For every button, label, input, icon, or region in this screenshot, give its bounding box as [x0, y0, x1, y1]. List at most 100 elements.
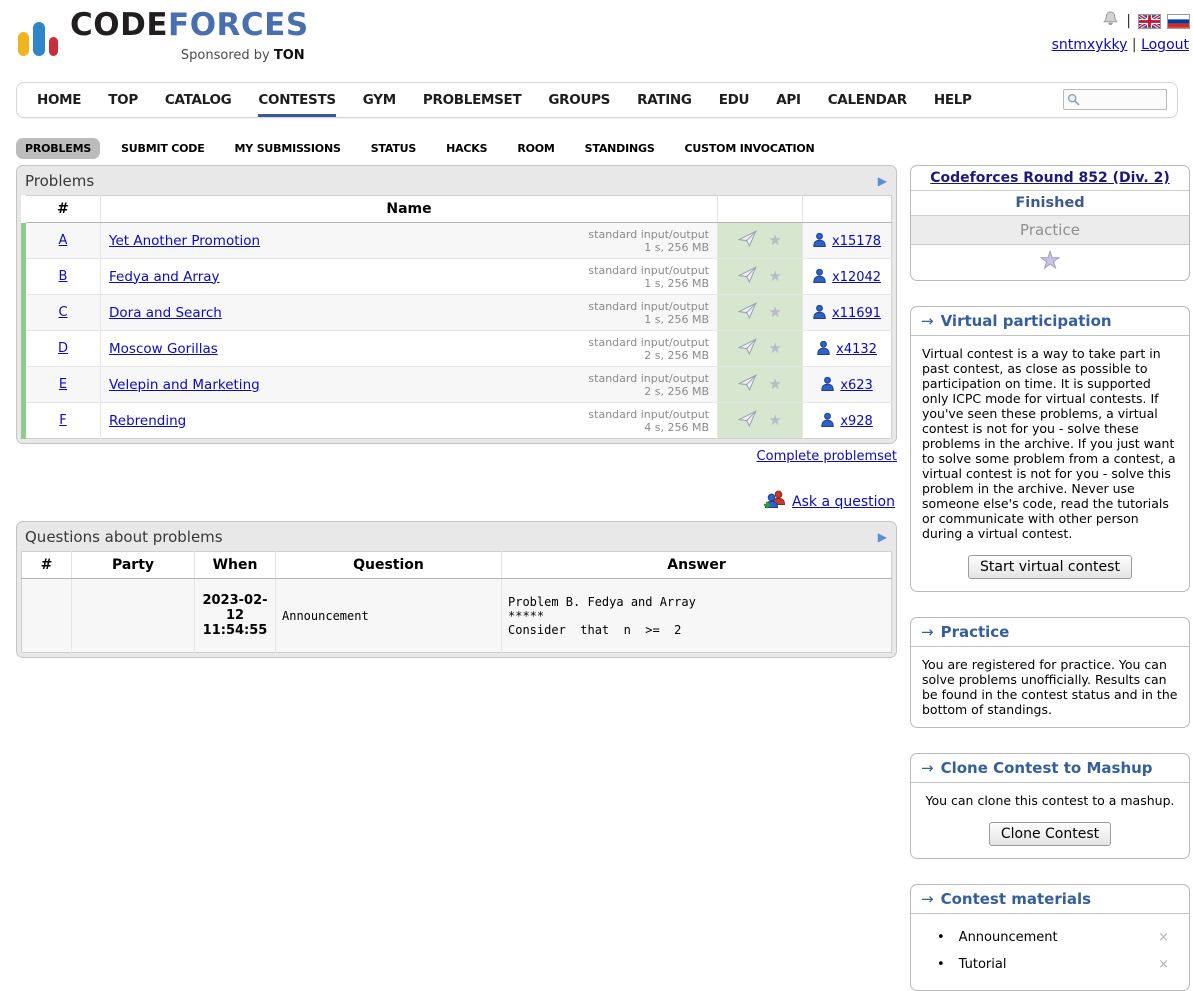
subnav-item-status[interactable]: STATUS [362, 138, 425, 159]
solved-count-link[interactable]: x4132 [836, 342, 877, 357]
search-box [1063, 89, 1167, 110]
contest-title-link[interactable]: Codeforces Round 852 (Div. 2) [930, 170, 1169, 186]
close-icon[interactable]: × [1152, 930, 1175, 945]
logout-link[interactable]: Logout [1141, 37, 1189, 53]
subnav-item-custom-invocation[interactable]: CUSTOM INVOCATION [676, 138, 824, 159]
subnav-item-submit-code[interactable]: SUBMIT CODE [112, 138, 213, 159]
nav-item-calendar[interactable]: CALENDAR [828, 83, 907, 117]
subnav-item-my-submissions[interactable]: MY SUBMISSIONS [226, 138, 350, 159]
problem-name-link[interactable]: Dora and Search [109, 305, 222, 321]
material-link[interactable]: Tutorial [959, 957, 1007, 972]
questions-caption: Questions about problems [25, 528, 223, 546]
problem-name-link[interactable]: Velepin and Marketing [109, 377, 260, 393]
practice-box: → Practice You are registered for practi… [910, 617, 1190, 728]
solved-count-link[interactable]: x623 [840, 378, 873, 393]
problem-name-link[interactable]: Yet Another Promotion [109, 233, 260, 249]
paper-plane-icon[interactable] [738, 344, 761, 359]
virtual-participation-text: Virtual contest is a way to take part in… [911, 336, 1189, 551]
separator: | [1132, 37, 1137, 53]
paper-plane-icon[interactable] [738, 380, 761, 395]
favorite-star-icon[interactable]: ★ [768, 267, 781, 285]
page-header: CODEFORCES Sponsored by TON | [0, 0, 1193, 78]
paper-plane-icon[interactable] [738, 272, 761, 287]
start-virtual-contest-button[interactable]: Start virtual contest [968, 555, 1132, 579]
nav-item-catalog[interactable]: CATALOG [165, 83, 232, 117]
nav-item-top[interactable]: TOP [108, 83, 138, 117]
solved-count-link[interactable]: x11691 [832, 306, 881, 321]
search-icon [1067, 93, 1080, 106]
complete-problemset-link[interactable]: Complete problemset [757, 449, 897, 464]
codeforces-logo[interactable]: CODEFORCES Sponsored by TON [16, 10, 309, 71]
questions-box: Questions about problems ▶ # Party When … [16, 521, 897, 658]
english-flag-icon[interactable] [1139, 15, 1160, 28]
favorite-star-icon[interactable]: ★ [768, 375, 781, 393]
username-link[interactable]: sntmxykky [1052, 37, 1128, 53]
paper-plane-icon[interactable] [738, 416, 761, 431]
solved-person-icon [813, 234, 832, 249]
arrow-icon: → [921, 623, 934, 641]
contest-mode: Practice [911, 216, 1189, 245]
questions-col-num: # [22, 552, 72, 579]
favorite-star-icon[interactable]: ★ [1040, 248, 1061, 274]
materials-list: • Announcement × • Tutorial × [911, 914, 1189, 990]
arrow-icon: → [921, 759, 934, 777]
ask-question-link[interactable]: Ask a question [792, 494, 895, 510]
question-when: 2023-02-12 11:54:55 [195, 579, 276, 653]
problem-letter-link[interactable]: F [59, 413, 66, 428]
subnav-item-room[interactable]: ROOM [508, 138, 563, 159]
nav-item-edu[interactable]: EDU [719, 83, 750, 117]
solved-count-link[interactable]: x12042 [832, 270, 881, 285]
contest-materials-box: → Contest materials • Announcement × • T… [910, 884, 1190, 991]
questions-col-answer: Answer [502, 552, 892, 579]
problem-letter-link[interactable]: C [58, 305, 67, 320]
subnav-item-hacks[interactable]: HACKS [437, 138, 496, 159]
nav-item-rating[interactable]: RATING [637, 83, 692, 117]
russian-flag-icon[interactable] [1168, 15, 1189, 28]
material-item: • Announcement × [937, 924, 1183, 951]
problem-limits: standard input/output 1 s, 256 MB [578, 228, 709, 254]
logo-bars-icon [18, 12, 58, 56]
nav-item-groups[interactable]: GROUPS [548, 83, 610, 117]
nav-item-help[interactable]: HELP [934, 83, 972, 117]
problem-name-link[interactable]: Rebrending [109, 413, 186, 429]
nav-item-problemset[interactable]: PROBLEMSET [423, 83, 521, 117]
bullet-icon: • [937, 957, 945, 972]
subnav-item-standings[interactable]: STANDINGS [576, 138, 664, 159]
question-num [22, 579, 72, 653]
problem-letter-link[interactable]: B [59, 269, 68, 284]
problem-letter-link[interactable]: D [58, 341, 68, 356]
clone-contest-button[interactable]: Clone Contest [989, 822, 1111, 846]
problem-row: C Dora and Search standard input/output … [24, 295, 892, 331]
questions-col-question: Question [276, 552, 502, 579]
solved-count-link[interactable]: x15178 [832, 234, 881, 249]
main-nav-items: HOME TOP CATALOG CONTESTS GYM PROBLEMSET GROUP… [37, 83, 972, 117]
expand-arrow-icon[interactable]: ▶ [878, 530, 887, 544]
expand-arrow-icon[interactable]: ▶ [878, 174, 887, 188]
material-link[interactable]: Announcement [959, 930, 1058, 945]
problem-name-link[interactable]: Fedya and Array [109, 269, 220, 285]
paper-plane-icon[interactable] [738, 308, 761, 323]
problem-name-link[interactable]: Moscow Gorillas [109, 341, 218, 357]
favorite-star-icon[interactable]: ★ [768, 339, 781, 357]
problem-letter-link[interactable]: E [59, 377, 67, 392]
nav-item-home[interactable]: HOME [37, 83, 81, 117]
favorite-star-icon[interactable]: ★ [768, 303, 781, 321]
problem-row: D Moscow Gorillas standard input/output … [24, 331, 892, 367]
problems-box: Problems ▶ # Name A Yet Another Promotio… [16, 165, 897, 444]
solved-count-link[interactable]: x928 [840, 414, 873, 429]
questions-col-when: When [195, 552, 276, 579]
problem-limits: standard input/output 2 s, 256 MB [578, 372, 709, 398]
subnav-item-problems[interactable]: PROBLEMS [16, 138, 100, 159]
close-icon[interactable]: × [1152, 957, 1175, 972]
nav-item-gym[interactable]: GYM [363, 83, 396, 117]
problem-letter-link[interactable]: A [59, 233, 68, 248]
favorite-star-icon[interactable]: ★ [768, 411, 781, 429]
nav-item-api[interactable]: API [776, 83, 800, 117]
solved-person-icon [817, 342, 836, 357]
problems-col-num: # [24, 196, 101, 223]
problem-limits: standard input/output 2 s, 256 MB [578, 336, 709, 362]
nav-item-contests[interactable]: CONTESTS [258, 83, 335, 117]
paper-plane-icon[interactable] [738, 236, 761, 251]
bell-icon[interactable] [1103, 11, 1118, 31]
favorite-star-icon[interactable]: ★ [768, 231, 781, 249]
